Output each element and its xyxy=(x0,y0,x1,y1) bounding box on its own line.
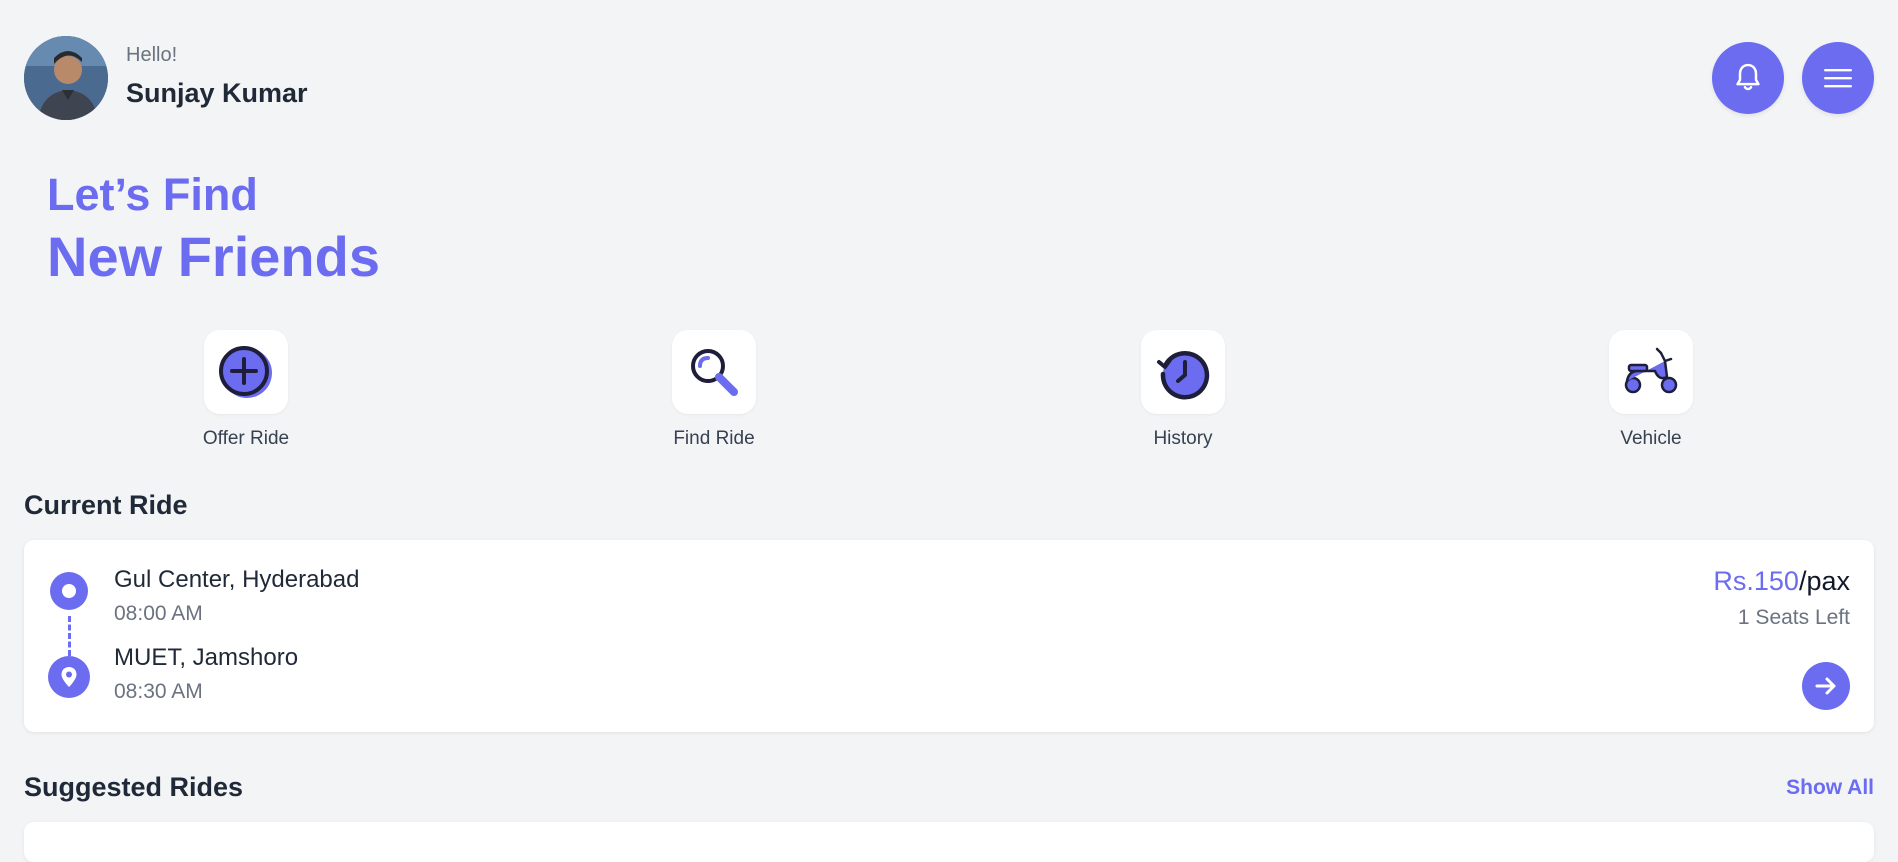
avatar-photo-icon xyxy=(24,36,108,120)
origin-time: 08:00 AM xyxy=(114,602,203,625)
find-ride-label: Find Ride xyxy=(673,428,755,449)
notifications-button[interactable] xyxy=(1712,42,1784,114)
hero-line-1: Let’s Find xyxy=(47,169,258,220)
plus-circle-icon xyxy=(219,346,272,398)
origin-dot-icon xyxy=(50,572,88,610)
history-label: History xyxy=(1153,428,1213,449)
suggested-ride-card[interactable] xyxy=(24,822,1874,862)
price: Rs.150/pax xyxy=(1713,566,1850,597)
show-all-link[interactable]: Show All xyxy=(1786,776,1874,800)
arrow-right-icon xyxy=(1815,677,1836,695)
header: Hello! Sunjay Kumar xyxy=(24,36,1874,120)
suggested-rides-title: Suggested Rides xyxy=(24,772,244,802)
destination-place: MUET, Jamshoro xyxy=(114,644,299,671)
hero-heading: Let’s Find New Friends xyxy=(47,172,380,285)
greeting-text: Hello! xyxy=(126,44,178,66)
price-unit: /pax xyxy=(1798,566,1850,596)
history-tile[interactable] xyxy=(1141,330,1225,414)
vehicle-action[interactable]: Vehicle xyxy=(1571,330,1731,450)
user-avatar[interactable] xyxy=(24,36,108,120)
scooter-icon xyxy=(1624,347,1678,394)
bell-icon xyxy=(1736,63,1760,91)
price-amount: Rs.150 xyxy=(1713,566,1799,596)
history-clock-icon xyxy=(1157,351,1210,400)
seats-left: 1 Seats Left xyxy=(1737,606,1850,629)
hero-line-2: New Friends xyxy=(47,225,380,288)
user-name: Sunjay Kumar xyxy=(126,78,308,108)
origin-place: Gul Center, Hyderabad xyxy=(114,566,360,593)
location-pin-icon xyxy=(48,656,90,698)
menu-button[interactable] xyxy=(1802,42,1874,114)
find-ride-tile[interactable] xyxy=(672,330,756,414)
offer-ride-action[interactable]: Offer Ride xyxy=(166,330,326,450)
route-line xyxy=(68,616,71,656)
offer-ride-tile[interactable] xyxy=(204,330,288,414)
hamburger-menu-icon xyxy=(1824,69,1852,88)
vehicle-tile[interactable] xyxy=(1609,330,1693,414)
current-ride-card[interactable]: Gul Center, Hyderabad 08:00 AM MUET, Jam… xyxy=(24,540,1874,732)
history-action[interactable]: History xyxy=(1103,330,1263,450)
open-ride-button[interactable] xyxy=(1802,662,1850,710)
vehicle-label: Vehicle xyxy=(1620,428,1682,449)
destination-time: 08:30 AM xyxy=(114,680,203,703)
find-ride-action[interactable]: Find Ride xyxy=(634,330,794,450)
magnifier-icon xyxy=(691,349,738,396)
offer-ride-label: Offer Ride xyxy=(202,428,290,449)
current-ride-title: Current Ride xyxy=(24,490,188,520)
